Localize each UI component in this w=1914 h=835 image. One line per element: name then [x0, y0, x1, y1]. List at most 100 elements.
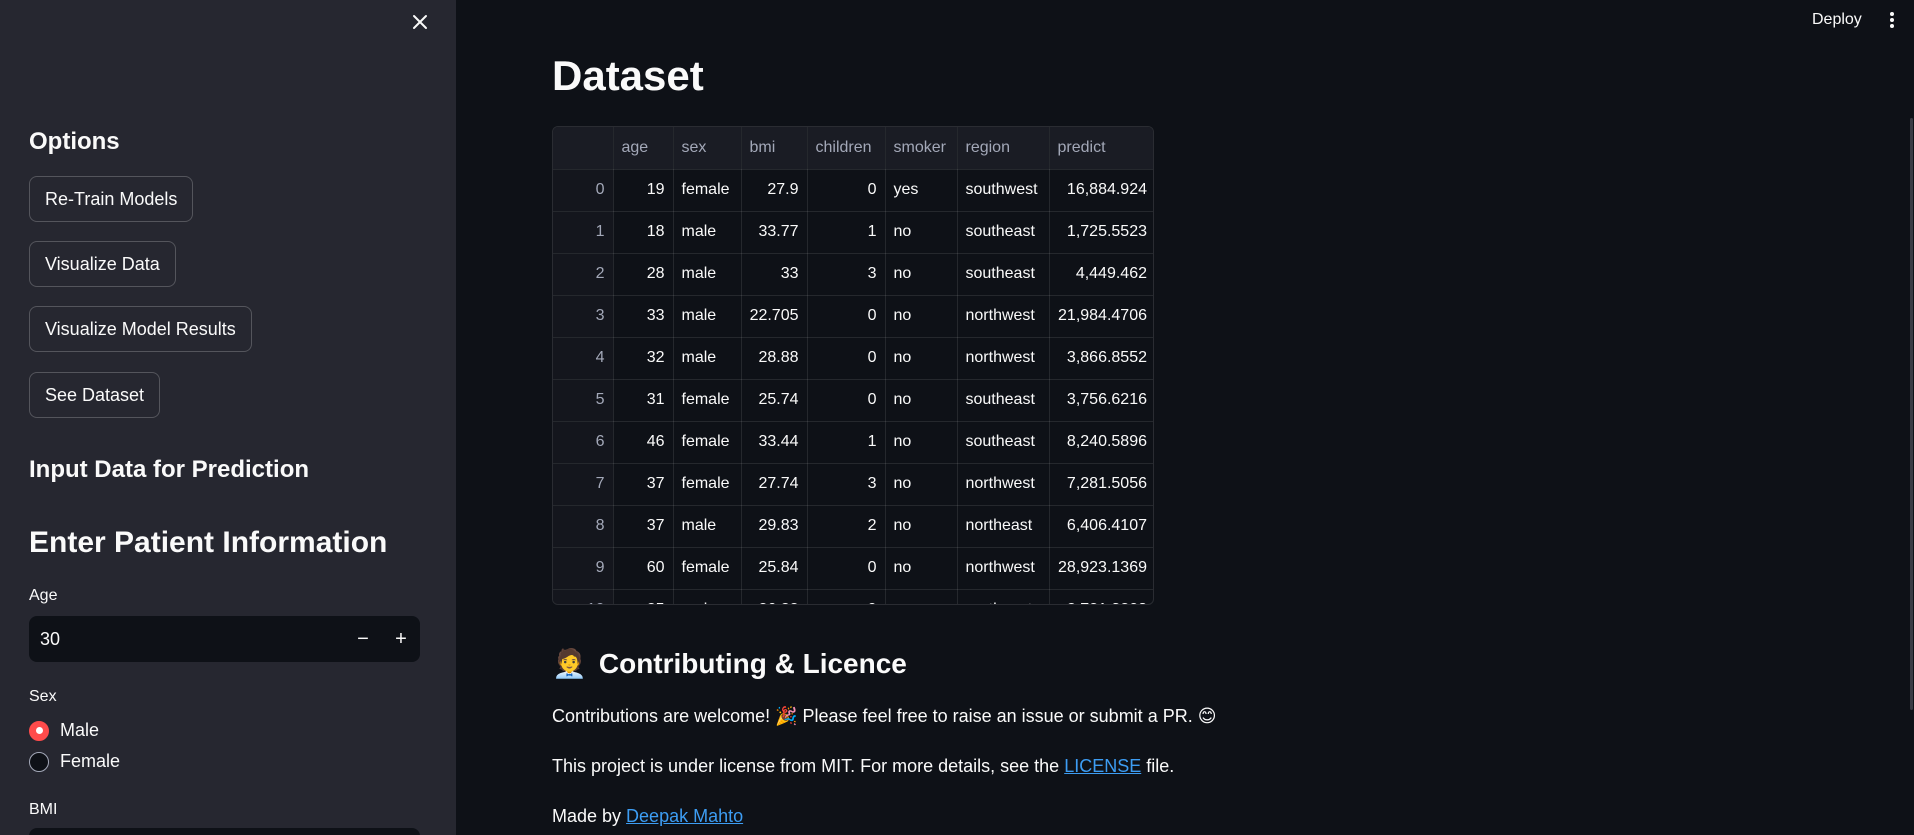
table-cell[interactable]: male	[673, 295, 742, 338]
table-cell[interactable]: 32	[613, 337, 674, 380]
table-cell[interactable]: northeast	[957, 589, 1050, 604]
table-cell[interactable]: 25.84	[741, 547, 808, 590]
table-cell[interactable]: 0	[807, 337, 886, 380]
column-header[interactable]: smoker	[885, 127, 958, 170]
visualize-model-results-button[interactable]: Visualize Model Results	[29, 306, 252, 352]
table-cell[interactable]: northwest	[957, 337, 1050, 380]
row-index-cell[interactable]: 9	[553, 547, 614, 590]
close-sidebar-button[interactable]	[406, 8, 434, 36]
table-cell[interactable]: no	[885, 295, 958, 338]
table-cell[interactable]: southeast	[957, 211, 1050, 254]
age-increment-button[interactable]: +	[382, 616, 420, 662]
bmi-input[interactable]	[29, 828, 420, 835]
table-cell[interactable]: male	[673, 505, 742, 548]
row-index-cell[interactable]: 0	[553, 169, 614, 212]
table-cell[interactable]: 22.705	[741, 295, 808, 338]
table-cell[interactable]: female	[673, 421, 742, 464]
page-scrollbar[interactable]	[1910, 118, 1913, 710]
table-cell[interactable]: 7,281.5056	[1049, 463, 1153, 506]
table-cell[interactable]: 3,866.8552	[1049, 337, 1153, 380]
table-cell[interactable]: male	[673, 337, 742, 380]
row-index-cell[interactable]: 4	[553, 337, 614, 380]
column-header[interactable]: bmi	[741, 127, 808, 170]
see-dataset-button[interactable]: See Dataset	[29, 372, 161, 418]
table-cell[interactable]: northwest	[957, 547, 1050, 590]
visualize-data-button[interactable]: Visualize Data	[29, 241, 176, 287]
age-decrement-button[interactable]: −	[344, 616, 382, 662]
table-cell[interactable]: southeast	[957, 379, 1050, 422]
table-cell[interactable]: no	[885, 211, 958, 254]
row-index-cell[interactable]: 8	[553, 505, 614, 548]
author-link[interactable]: Deepak Mahto	[626, 806, 743, 826]
row-index-cell[interactable]: 7	[553, 463, 614, 506]
table-cell[interactable]: female	[673, 379, 742, 422]
row-index-cell[interactable]: 2	[553, 253, 614, 296]
table-cell[interactable]: 3	[807, 253, 886, 296]
table-cell[interactable]: 0	[807, 589, 886, 604]
table-cell[interactable]: 1	[807, 211, 886, 254]
table-cell[interactable]: 28.88	[741, 337, 808, 380]
column-header[interactable]: predict	[1049, 127, 1153, 170]
table-cell[interactable]: 28,923.1369	[1049, 547, 1153, 590]
column-header[interactable]: region	[957, 127, 1050, 170]
column-header[interactable]	[553, 127, 614, 170]
table-cell[interactable]: southeast	[957, 421, 1050, 464]
table-cell[interactable]: no	[885, 505, 958, 548]
table-cell[interactable]: female	[673, 463, 742, 506]
column-header[interactable]: sex	[673, 127, 742, 170]
table-cell[interactable]: 33.44	[741, 421, 808, 464]
table-cell[interactable]: 3,756.6216	[1049, 379, 1153, 422]
row-index-cell[interactable]: 3	[553, 295, 614, 338]
table-cell[interactable]: 25.74	[741, 379, 808, 422]
dataset-table[interactable]: age sex bmi children smoker region predi…	[552, 126, 1154, 605]
table-cell[interactable]: 2,721.3208	[1049, 589, 1153, 604]
table-cell[interactable]: 37	[613, 505, 674, 548]
table-cell[interactable]: 33.77	[741, 211, 808, 254]
row-index-cell[interactable]: 1	[553, 211, 614, 254]
table-cell[interactable]: 4,449.462	[1049, 253, 1153, 296]
table-cell[interactable]: male	[673, 211, 742, 254]
table-cell[interactable]: 18	[613, 211, 674, 254]
sex-option-male[interactable]: Male	[29, 720, 99, 741]
table-cell[interactable]: 0	[807, 169, 886, 212]
table-cell[interactable]: male	[673, 589, 742, 604]
table-cell[interactable]: northwest	[957, 463, 1050, 506]
table-cell[interactable]: 33	[613, 295, 674, 338]
table-cell[interactable]: 1	[807, 421, 886, 464]
table-cell[interactable]: 27.9	[741, 169, 808, 212]
table-cell[interactable]: 28	[613, 253, 674, 296]
license-link[interactable]: LICENSE	[1064, 756, 1141, 776]
row-index-cell[interactable]: 5	[553, 379, 614, 422]
column-header[interactable]: children	[807, 127, 886, 170]
table-cell[interactable]: 2	[807, 505, 886, 548]
table-cell[interactable]: 29.83	[741, 505, 808, 548]
table-cell[interactable]: no	[885, 379, 958, 422]
table-cell[interactable]: no	[885, 589, 958, 604]
main-menu-button[interactable]	[1880, 6, 1904, 34]
column-header[interactable]: age	[613, 127, 674, 170]
table-cell[interactable]: northwest	[957, 295, 1050, 338]
table-cell[interactable]: 33	[741, 253, 808, 296]
retrain-models-button[interactable]: Re-Train Models	[29, 176, 194, 222]
table-cell[interactable]: yes	[885, 169, 958, 212]
table-cell[interactable]: 37	[613, 463, 674, 506]
deploy-button[interactable]: Deploy	[1802, 6, 1872, 34]
age-input[interactable]: 30	[29, 629, 344, 650]
table-cell[interactable]: 1,725.5523	[1049, 211, 1153, 254]
sex-option-female[interactable]: Female	[29, 751, 120, 772]
table-cell[interactable]: 25	[613, 589, 674, 604]
table-cell[interactable]: 0	[807, 379, 886, 422]
table-cell[interactable]: female	[673, 169, 742, 212]
table-cell[interactable]: male	[673, 253, 742, 296]
table-cell[interactable]: 19	[613, 169, 674, 212]
table-cell[interactable]: southeast	[957, 253, 1050, 296]
table-cell[interactable]: 8,240.5896	[1049, 421, 1153, 464]
table-cell[interactable]: 16,884.924	[1049, 169, 1153, 212]
table-cell[interactable]: 26.22	[741, 589, 808, 604]
table-cell[interactable]: 31	[613, 379, 674, 422]
table-cell[interactable]: no	[885, 337, 958, 380]
table-cell[interactable]: northeast	[957, 505, 1050, 548]
table-cell[interactable]: 0	[807, 295, 886, 338]
table-cell[interactable]: no	[885, 253, 958, 296]
row-index-cell[interactable]: 10	[553, 589, 614, 604]
